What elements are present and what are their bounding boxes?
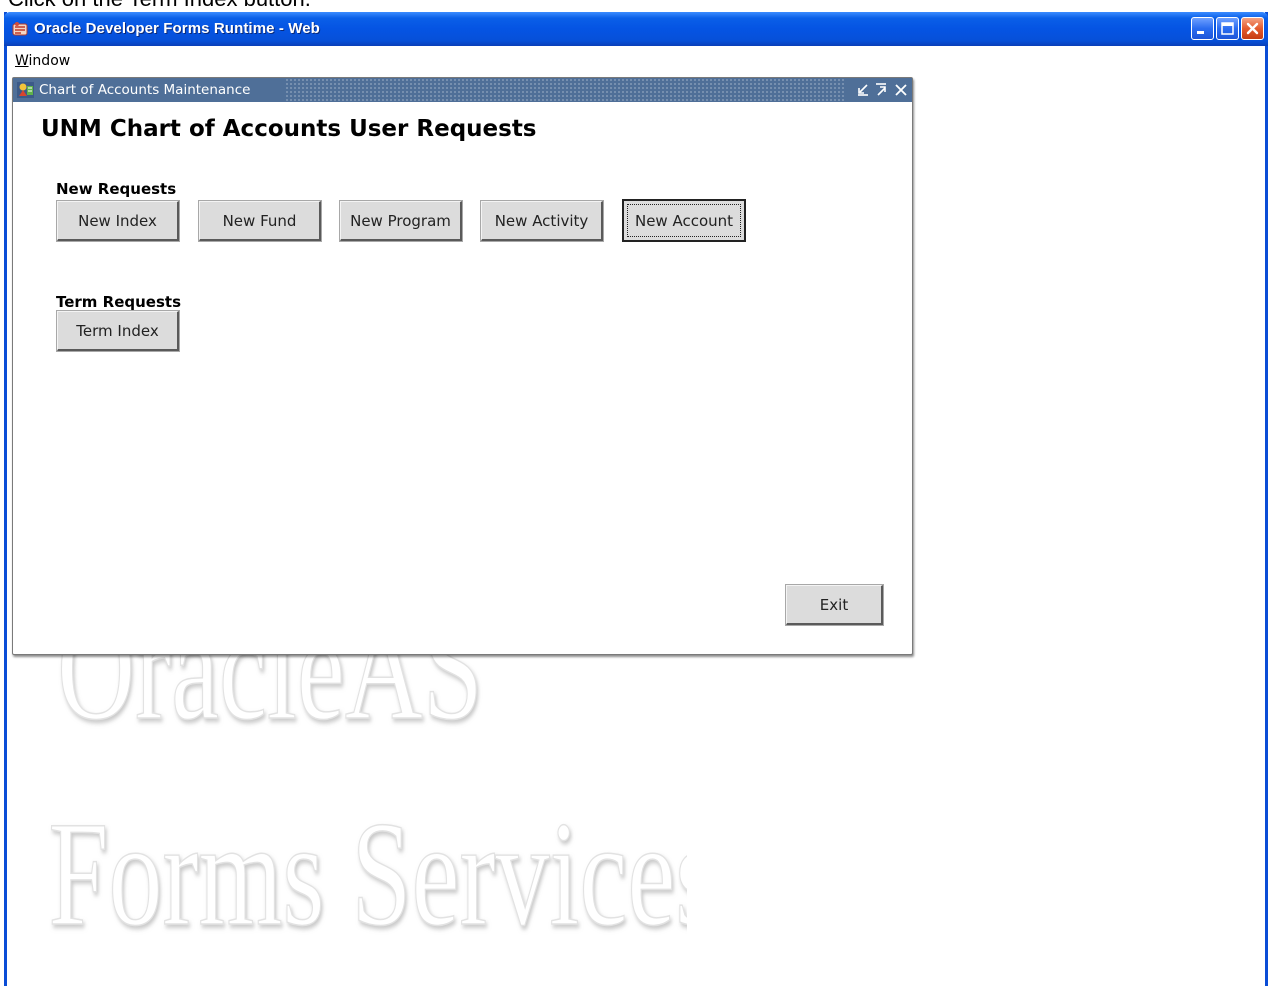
form-close-button[interactable]: [893, 82, 909, 98]
form-window-icon: [17, 82, 34, 98]
new-index-button[interactable]: New Index: [56, 200, 180, 242]
menu-bar: Window: [7, 46, 1265, 76]
close-icon: [1246, 22, 1259, 35]
maximize-button[interactable]: [1216, 17, 1239, 40]
term-requests-label: Term Requests: [56, 293, 182, 311]
maximize-arrow-icon: [876, 83, 886, 96]
minimize-icon: [1197, 31, 1204, 34]
term-index-button[interactable]: Term Index: [56, 310, 180, 352]
browser-window: Oracle Developer Forms Runtime - Web Win…: [4, 12, 1268, 986]
close-icon: [895, 84, 907, 96]
maximize-icon: [1221, 22, 1234, 35]
watermark-line-2: Forms Services: [48, 792, 687, 957]
form-title-area: Chart of Accounts Maintenance: [13, 78, 285, 102]
new-fund-button[interactable]: New Fund: [198, 200, 322, 242]
form-title-bar[interactable]: Chart of Accounts Maintenance: [13, 78, 912, 102]
window-title: Oracle Developer Forms Runtime - Web: [34, 20, 320, 37]
form-minimize-button[interactable]: [855, 82, 871, 98]
watermark-line-1: OracleAS: [57, 652, 483, 751]
instruction-text: Click on the Term Index button.: [8, 0, 311, 12]
new-activity-button[interactable]: New Activity: [480, 200, 604, 242]
minimize-arrow-icon: [858, 84, 868, 96]
menu-window[interactable]: Window: [15, 53, 70, 69]
form-maximize-button[interactable]: [873, 82, 889, 98]
screen: Click on the Term Index button. Oracle D…: [0, 0, 1271, 986]
new-account-button[interactable]: New Account: [622, 199, 746, 242]
window-title-bar[interactable]: Oracle Developer Forms Runtime - Web: [4, 12, 1268, 46]
oracleas-forms-services-watermark: OracleAS Forms Services: [48, 652, 687, 958]
form-title: Chart of Accounts Maintenance: [39, 82, 251, 98]
chart-of-accounts-form-window: Chart of Accounts Maintenance UNM Chart …: [12, 77, 913, 655]
menu-window-label: indow: [28, 53, 71, 69]
minimize-button[interactable]: [1191, 17, 1214, 40]
exit-button[interactable]: Exit: [785, 584, 884, 626]
form-heading: UNM Chart of Accounts User Requests: [41, 116, 537, 142]
form-window-controls: [845, 78, 912, 102]
new-program-button[interactable]: New Program: [339, 200, 463, 242]
new-requests-label: New Requests: [56, 180, 177, 198]
menu-window-mnemonic: W: [15, 53, 29, 69]
oracle-app-icon: [12, 21, 28, 37]
close-button[interactable]: [1241, 17, 1264, 40]
focus-indicator: [627, 204, 741, 237]
